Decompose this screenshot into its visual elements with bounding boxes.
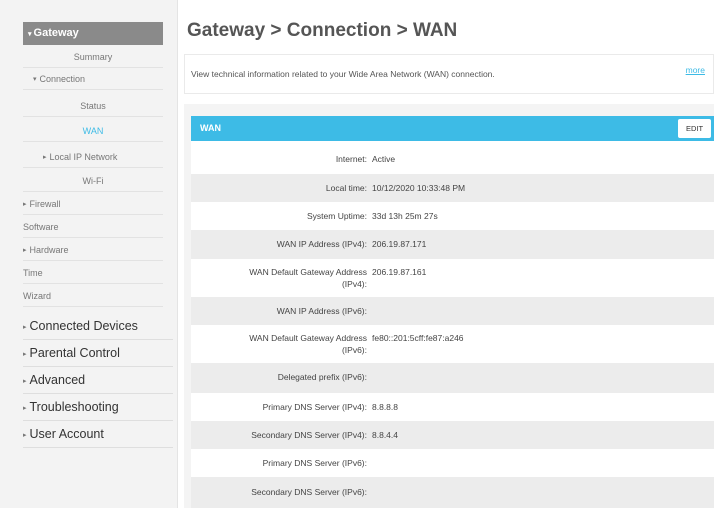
sidebar-item-firewall[interactable]: ▸ Firewall — [23, 193, 163, 215]
sidebar-item-label: Time — [23, 268, 43, 278]
sidebar-item-label: Wi-Fi — [82, 176, 104, 186]
sidebar-item-label: Local IP Network — [49, 152, 118, 162]
sidebar-item-label: Summary — [73, 52, 113, 62]
sidebar-section-connected-devices[interactable]: ▸ Connected Devices — [23, 313, 173, 340]
info-box: View technical information related to yo… — [184, 54, 714, 94]
sidebar-item-time[interactable]: Time — [23, 262, 163, 284]
nav-gateway[interactable]: ▾ Gateway — [23, 22, 163, 45]
info-row-primary-dns-ipv4: Primary DNS Server (IPv4): 8.8.8.8 — [191, 393, 714, 421]
sidebar-section-label: Advanced — [29, 373, 86, 387]
expand-triangle-icon: ▸ — [23, 405, 27, 412]
row-label-continued: (IPv4): — [341, 279, 367, 289]
sidebar-section-troubleshooting[interactable]: ▸ Troubleshooting — [23, 394, 173, 421]
sidebar-item-wifi[interactable]: Wi-Fi — [23, 170, 163, 192]
expand-triangle-icon: ▸ — [23, 247, 27, 254]
more-link[interactable]: more — [686, 65, 705, 75]
row-value: 10/12/2020 10:33:48 PM — [372, 183, 466, 193]
row-label: Delegated prefix (IPv6): — [277, 372, 367, 382]
row-label: Internet: — [335, 154, 367, 164]
row-label-continued: (IPv6): — [341, 345, 367, 355]
info-row-system-uptime: System Uptime: 33d 13h 25m 27s — [191, 202, 714, 230]
sidebar-item-wizard[interactable]: Wizard — [23, 285, 163, 307]
row-label: Primary DNS Server (IPv6): — [262, 458, 367, 468]
expand-triangle-icon: ▸ — [23, 201, 27, 208]
info-row-wan-ipv4: WAN IP Address (IPv4): 206.19.87.171 — [191, 230, 714, 259]
sidebar-section-label: Parental Control — [29, 346, 120, 360]
row-label: System Uptime: — [307, 211, 367, 221]
info-row-wan-gateway-ipv4: WAN Default Gateway Address (IPv4): 206.… — [191, 259, 714, 297]
sidebar-section-advanced[interactable]: ▸ Advanced — [23, 367, 173, 394]
sidebar-item-label: Hardware — [29, 245, 69, 255]
row-label: Local time: — [325, 183, 367, 193]
row-value: 206.19.87.171 — [372, 239, 427, 249]
sidebar-item-hardware[interactable]: ▸ Hardware — [23, 239, 163, 261]
sidebar-item-label: Wizard — [23, 291, 52, 301]
sidebar-section-label: User Account — [29, 427, 104, 441]
row-label: Secondary DNS Server (IPv6): — [251, 487, 367, 497]
wan-panel-header: WAN EDIT — [191, 116, 714, 141]
row-label: Secondary DNS Server (IPv4): — [251, 430, 367, 440]
expand-triangle-icon: ▸ — [23, 324, 27, 331]
sidebar: ▾ Gateway Summary ▾ Connection Status WAN … — [0, 0, 178, 508]
sidebar-section-label: Connected Devices — [29, 319, 138, 333]
info-row-wan-gateway-ipv6: WAN Default Gateway Address (IPv6): fe80… — [191, 325, 714, 363]
sidebar-item-local-ip-network[interactable]: ▸ Local IP Network — [23, 146, 163, 168]
info-row-delegated-prefix: Delegated prefix (IPv6): — [191, 363, 714, 393]
sidebar-section-user-account[interactable]: ▸ User Account — [23, 421, 173, 448]
panel-title: WAN — [200, 123, 221, 133]
info-row-wan-ipv6: WAN IP Address (IPv6): — [191, 297, 714, 325]
row-value: fe80::201:5cff:fe87:a246 — [372, 333, 464, 343]
row-value: 206.19.87.161 — [372, 267, 427, 277]
sidebar-item-status[interactable]: Status — [23, 95, 163, 117]
row-label: Primary DNS Server (IPv4): — [262, 402, 367, 412]
info-row-primary-dns-ipv6: Primary DNS Server (IPv6): — [191, 449, 714, 477]
info-row-secondary-dns-ipv4: Secondary DNS Server (IPv4): 8.8.4.4 — [191, 421, 714, 449]
expand-triangle-icon: ▸ — [23, 351, 27, 358]
info-row-internet: Internet: Active — [191, 141, 714, 174]
info-row-secondary-dns-ipv6: Secondary DNS Server (IPv6): — [191, 477, 714, 508]
expand-triangle-icon: ▸ — [23, 378, 27, 385]
expand-triangle-icon: ▸ — [23, 432, 27, 439]
collapse-triangle-icon: ▾ — [33, 76, 37, 83]
expand-triangle-icon: ▸ — [43, 154, 47, 161]
sidebar-item-software[interactable]: Software — [23, 216, 163, 238]
page-title: Gateway > Connection > WAN — [187, 20, 458, 41]
sidebar-item-label: WAN — [82, 126, 104, 136]
row-value: 8.8.4.4 — [372, 430, 398, 440]
row-value: 33d 13h 25m 27s — [372, 211, 438, 221]
sidebar-item-label: Firewall — [29, 199, 61, 209]
collapse-triangle-icon: ▾ — [28, 31, 32, 38]
sidebar-item-label: Connection — [39, 74, 86, 84]
row-label: WAN IP Address (IPv6): — [276, 306, 367, 316]
sidebar-section-label: Troubleshooting — [29, 400, 119, 414]
info-row-local-time: Local time: 10/12/2020 10:33:48 PM — [191, 174, 714, 202]
sidebar-section-parental-control[interactable]: ▸ Parental Control — [23, 340, 173, 367]
row-value: 8.8.8.8 — [372, 402, 398, 412]
row-label: WAN IP Address (IPv4): — [276, 239, 367, 249]
sidebar-item-label: Status — [80, 101, 106, 111]
sidebar-item-label: Software — [23, 222, 59, 232]
sidebar-item-summary[interactable]: Summary — [23, 46, 163, 68]
nav-gateway-label: Gateway — [33, 27, 79, 39]
edit-button[interactable]: EDIT — [678, 119, 711, 138]
sidebar-item-wan[interactable]: WAN — [23, 120, 163, 142]
sidebar-item-connection[interactable]: ▾ Connection — [23, 68, 163, 90]
info-text: View technical information related to yo… — [191, 69, 495, 79]
row-value: Active — [372, 154, 396, 164]
